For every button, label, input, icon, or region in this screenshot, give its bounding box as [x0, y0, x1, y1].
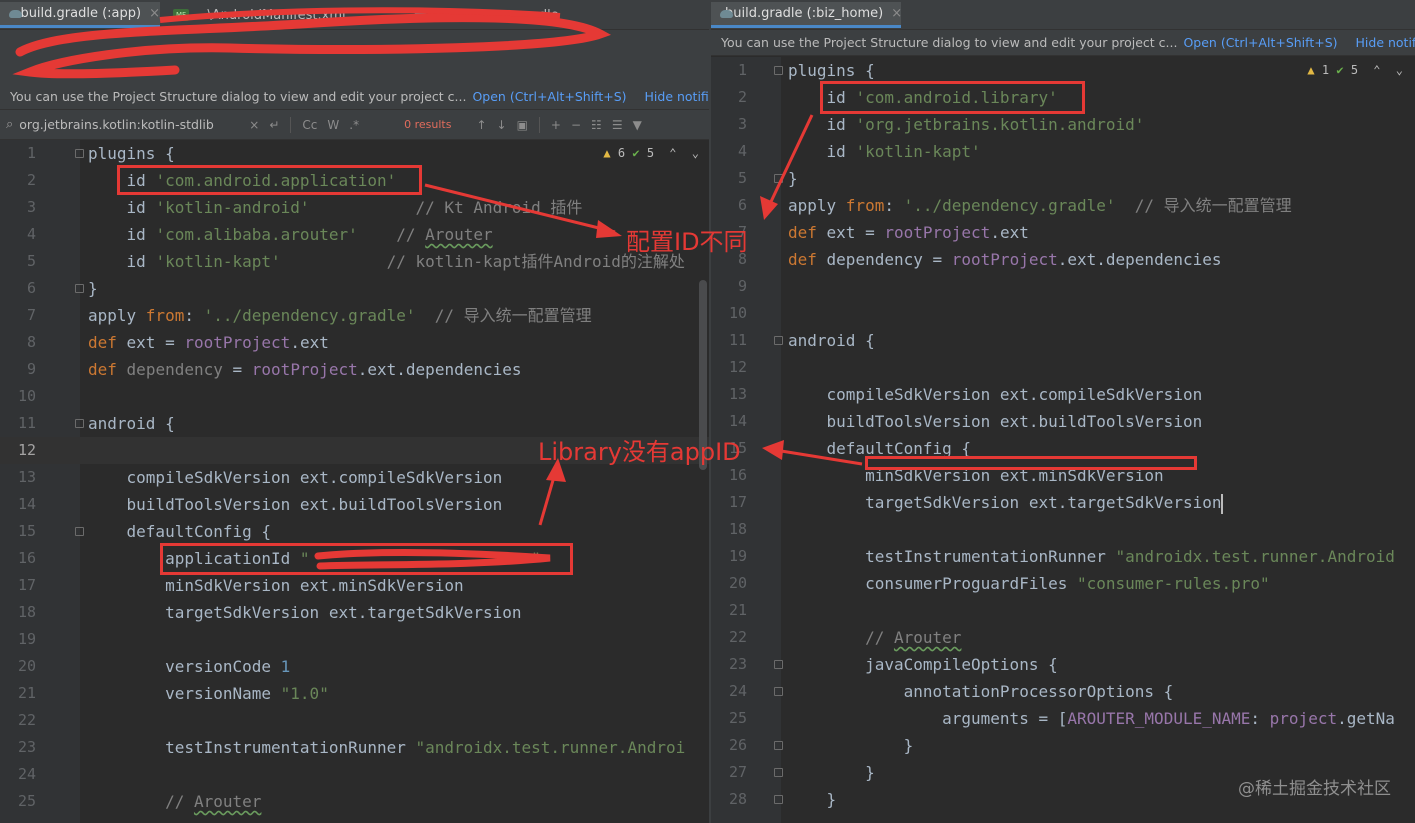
arrow — [766, 114, 814, 209]
redaction-scribble — [12, 13, 612, 79]
watermark: @稀土掘金技术社区 — [1238, 779, 1391, 799]
arrow — [774, 448, 863, 466]
arrow-head — [762, 440, 784, 460]
highlight-box-application-id — [160, 543, 573, 575]
highlight-box-right-plugin-id — [820, 81, 1085, 114]
annotation-overlay — [12, 7, 863, 570]
highlight-box-default-config — [865, 456, 1197, 470]
annotation-id-differs: 配置ID不同 — [626, 228, 748, 256]
annotation-library-no-appid: Library没有appID — [538, 438, 741, 466]
arrow — [424, 183, 616, 234]
arrow-head — [596, 220, 622, 238]
highlight-box-left-plugin-id — [117, 165, 422, 195]
arrow-head — [760, 196, 778, 220]
